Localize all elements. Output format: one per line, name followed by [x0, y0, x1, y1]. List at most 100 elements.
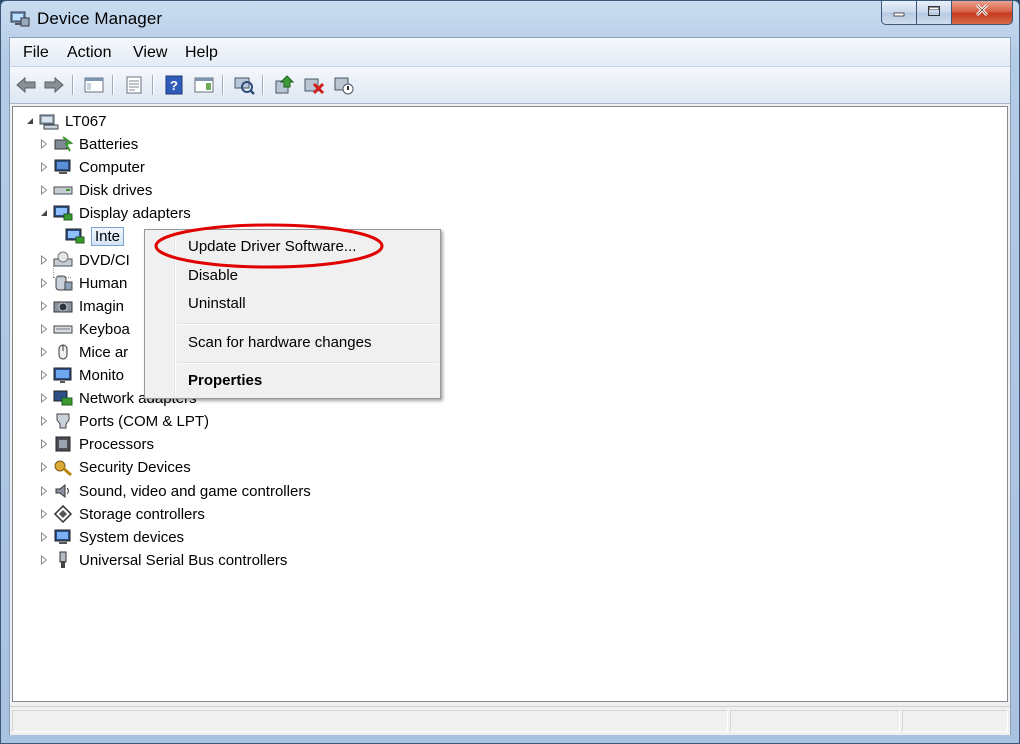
security-device-icon — [53, 457, 73, 477]
tree-item-label: Sound, video and game controllers — [79, 482, 311, 500]
menu-separator — [178, 362, 438, 364]
show-hide-console-tree-icon[interactable] — [82, 73, 106, 97]
tree-category-item[interactable]: Mice ar — [39, 341, 128, 363]
collapse-arrow-icon[interactable] — [39, 208, 49, 218]
expand-arrow-icon[interactable] — [39, 255, 49, 265]
status-pane-right — [902, 710, 1008, 732]
menu-view[interactable]: View — [133, 44, 167, 62]
computer-icon — [53, 157, 73, 177]
help-icon[interactable]: ? — [162, 73, 186, 97]
tree-item-label: Security Devices — [79, 458, 191, 476]
expand-arrow-icon[interactable] — [39, 370, 49, 380]
tree-item-label: Ports (COM & LPT) — [79, 412, 210, 430]
expand-arrow-icon[interactable] — [39, 185, 49, 195]
tree-item-label: Computer — [79, 158, 145, 176]
tree-category-item[interactable]: Universal Serial Bus controllers — [39, 549, 287, 571]
keyboard-icon — [53, 319, 73, 339]
tree-category-item[interactable]: Disk drives — [39, 179, 152, 201]
scan-hardware-menu-item[interactable]: Scan for hardware changes — [188, 334, 371, 351]
port-icon — [53, 411, 73, 431]
expand-arrow-icon[interactable] — [39, 509, 49, 519]
forward-icon[interactable] — [42, 73, 66, 97]
imaging-device-icon — [53, 296, 73, 316]
monitor-icon — [53, 365, 73, 385]
maximize-icon — [927, 4, 941, 22]
tree-item-label: Mice ar — [79, 343, 129, 361]
tree-category-item[interactable]: Monito — [39, 364, 124, 386]
close-button[interactable] — [951, 1, 1013, 25]
tree-category-item[interactable]: Sound, video and game controllers — [39, 480, 311, 502]
status-pane-middle — [730, 710, 900, 732]
system-device-icon — [53, 527, 73, 547]
toolbar-separator — [262, 75, 263, 95]
update-driver-icon[interactable] — [272, 73, 296, 97]
tree-item-label: Keyboa — [79, 320, 130, 338]
minimize-button[interactable] — [881, 1, 917, 25]
tree-category-item[interactable]: Security Devices — [39, 456, 191, 478]
tree-connector — [53, 259, 54, 277]
hid-icon — [53, 273, 73, 293]
expand-arrow-icon[interactable] — [39, 486, 49, 496]
processor-icon — [53, 434, 73, 454]
tree-connector — [53, 277, 71, 278]
tree-category-item[interactable]: Storage controllers — [39, 503, 205, 525]
device-tree[interactable]: LT067 Batteries Computer Disk drives Displa… — [12, 106, 1008, 702]
update-driver-menu-item[interactable]: Update Driver Software... — [188, 238, 356, 255]
tree-item-label: Storage controllers — [79, 505, 205, 523]
tree-category-item[interactable]: Imagin — [39, 295, 124, 317]
menu-file[interactable]: File — [23, 44, 49, 62]
maximize-button[interactable] — [916, 1, 952, 25]
expand-arrow-icon[interactable] — [39, 301, 49, 311]
menu-help[interactable]: Help — [185, 44, 218, 62]
collapse-arrow-icon[interactable] — [25, 116, 35, 126]
disable-icon[interactable] — [332, 73, 356, 97]
toolbar-separator — [222, 75, 223, 95]
expand-arrow-icon[interactable] — [39, 462, 49, 472]
context-menu: Update Driver Software... Disable Uninst… — [144, 229, 441, 399]
tree-root[interactable]: LT067 — [25, 110, 106, 132]
uninstall-icon[interactable] — [302, 73, 326, 97]
uninstall-menu-item[interactable]: Uninstall — [188, 295, 246, 312]
expand-arrow-icon[interactable] — [39, 162, 49, 172]
show-hide-action-pane-icon[interactable] — [192, 73, 216, 97]
scan-hardware-icon[interactable] — [232, 73, 256, 97]
tree-item-label: Human — [79, 274, 128, 292]
expand-arrow-icon[interactable] — [39, 347, 49, 357]
expand-arrow-icon[interactable] — [39, 532, 49, 542]
tree-category-item[interactable]: Keyboa — [39, 318, 130, 340]
tree-child-item[interactable]: Inte — [65, 225, 125, 247]
close-icon — [974, 3, 990, 22]
mouse-icon — [53, 342, 73, 362]
menu-action[interactable]: Action — [67, 44, 111, 62]
properties-icon[interactable] — [122, 73, 146, 97]
title-bar[interactable]: Device Manager — [1, 1, 1019, 37]
display-adapter-icon — [65, 226, 85, 246]
expand-arrow-icon[interactable] — [39, 324, 49, 334]
toolbar-separator — [112, 75, 113, 95]
tree-category-item[interactable]: Batteries — [39, 133, 138, 155]
tree-category-item[interactable]: Ports (COM & LPT) — [39, 410, 209, 432]
expand-arrow-icon[interactable] — [39, 139, 49, 149]
properties-menu-item[interactable]: Properties — [188, 372, 262, 389]
expand-arrow-icon[interactable] — [39, 278, 49, 288]
tree-item-label: Disk drives — [79, 181, 153, 199]
tree-category-item[interactable]: Display adapters — [39, 202, 191, 224]
back-icon[interactable] — [14, 73, 38, 97]
device-manager-icon — [9, 8, 31, 28]
menu-bar: File Action View Help — [10, 38, 1010, 67]
tree-item-label: Processors — [79, 435, 155, 453]
status-pane-main — [12, 710, 728, 732]
expand-arrow-icon[interactable] — [39, 555, 49, 565]
tree-category-item[interactable]: System devices — [39, 526, 184, 548]
expand-arrow-icon[interactable] — [39, 439, 49, 449]
tree-item-label: Inte — [91, 226, 125, 246]
expand-arrow-icon[interactable] — [39, 393, 49, 403]
device-manager-window: Device Manager File Action View Help ? L… — [0, 0, 1020, 744]
dvd-drive-icon — [53, 250, 73, 270]
expand-arrow-icon[interactable] — [39, 416, 49, 426]
disk-drive-icon — [53, 180, 73, 200]
toolbar: ? — [10, 67, 1010, 104]
tree-category-item[interactable]: Processors — [39, 433, 154, 455]
tree-category-item[interactable]: Computer — [39, 156, 145, 178]
disable-menu-item[interactable]: Disable — [188, 267, 238, 284]
